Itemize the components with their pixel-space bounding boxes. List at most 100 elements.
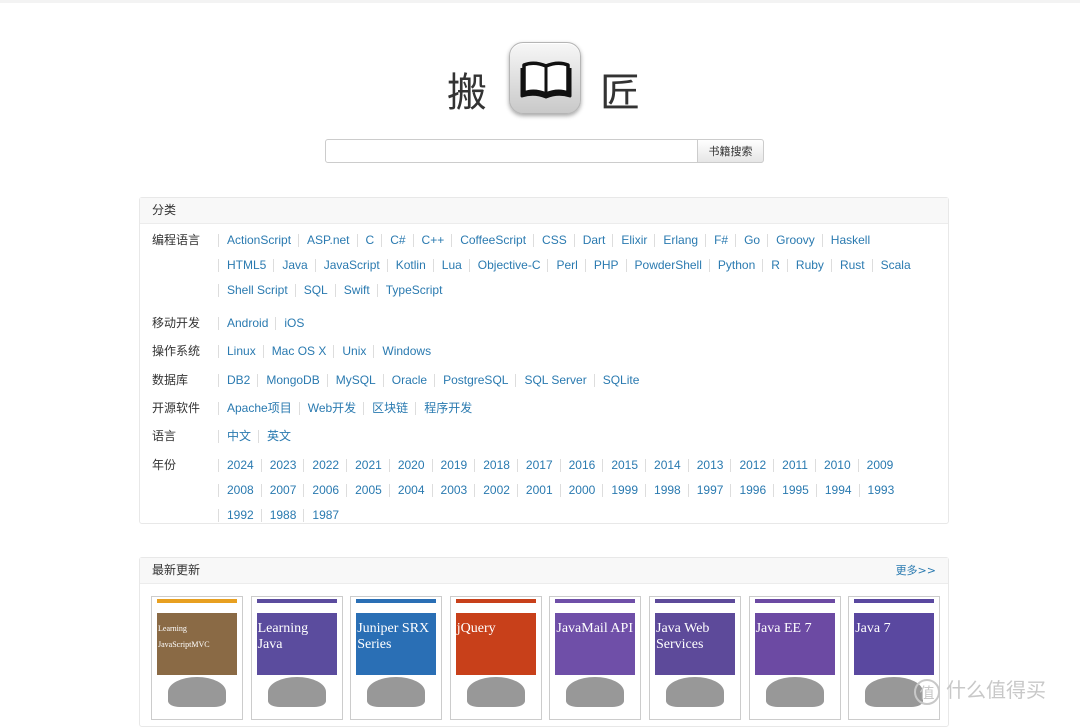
category-link[interactable]: ActionScript [218,234,298,247]
category-link[interactable]: 2024 [218,459,261,472]
category-link[interactable]: MySQL [326,374,383,387]
category-link[interactable]: Perl [547,259,584,272]
category-link[interactable]: 2001 [516,484,560,497]
book-title: Java 7 [855,621,891,636]
category-link[interactable]: iOS [275,317,311,330]
category-link[interactable]: PHP [584,259,626,272]
site-logo[interactable]: 搬 匠 [0,40,1080,120]
category-link[interactable]: Swift [334,284,377,297]
category-link[interactable]: Apache项目 [218,402,299,415]
category-link[interactable]: 中文 [218,430,258,443]
category-link[interactable]: PostgreSQL [434,374,515,387]
category-link[interactable]: Haskell [821,234,877,247]
category-link[interactable]: Erlang [654,234,705,247]
category-link[interactable]: 2022 [303,459,346,472]
category-link[interactable]: SQL [294,284,335,297]
category-link[interactable]: 2019 [431,459,475,472]
category-link[interactable]: 2002 [474,484,517,497]
category-link[interactable]: 1999 [602,484,645,497]
category-link[interactable]: 2003 [431,484,475,497]
category-link[interactable]: CSS [533,234,574,247]
category-link[interactable]: Lua [432,259,469,272]
category-link[interactable]: MongoDB [257,374,326,387]
book-card[interactable]: jQuery [449,596,542,720]
category-link[interactable]: 1998 [645,484,688,497]
category-link[interactable]: Kotlin [386,259,433,272]
category-link[interactable]: Mac OS X [262,345,334,358]
category-link[interactable]: 2006 [303,484,346,497]
category-link[interactable]: JavaScript [314,259,387,272]
category-link[interactable]: Web开发 [298,402,363,415]
category-link[interactable]: Oracle [382,374,434,387]
category-link[interactable]: 2004 [388,484,432,497]
category-link[interactable]: 1993 [858,484,902,497]
category-link[interactable]: 2023 [260,459,304,472]
category-link[interactable]: Dart [573,234,613,247]
category-link[interactable]: 2009 [857,459,901,472]
category-link[interactable]: CoffeeScript [451,234,533,247]
category-link[interactable]: SQL Server [515,374,593,387]
category-link[interactable]: Windows [373,345,438,358]
category-link[interactable]: 2018 [474,459,517,472]
category-link[interactable]: 2020 [388,459,432,472]
category-link[interactable]: HTML5 [218,259,273,272]
category-link[interactable]: 1996 [730,484,773,497]
category-link[interactable]: 2014 [645,459,688,472]
category-link[interactable]: Groovy [767,234,822,247]
category-link[interactable]: Python [708,259,762,272]
category-link[interactable]: 程序开发 [415,402,479,415]
category-link[interactable]: 英文 [258,430,298,443]
category-link[interactable]: 2013 [687,459,731,472]
category-link[interactable]: 2008 [218,484,261,497]
category-link[interactable]: Ruby [786,259,831,272]
book-card[interactable]: Java EE 7 [748,596,841,720]
category-link[interactable]: 2005 [346,484,389,497]
category-link[interactable]: 2015 [602,459,645,472]
category-link[interactable]: Scala [871,259,918,272]
category-link[interactable]: Objective-C [468,259,548,272]
book-card[interactable]: Java Web Services [649,596,741,720]
category-link[interactable]: C# [381,234,412,247]
category-link[interactable]: 2010 [814,459,858,472]
category-link[interactable]: R [762,259,787,272]
category-link[interactable]: DB2 [218,374,257,387]
more-link[interactable]: 更多>> [896,558,936,583]
category-link[interactable]: SQLite [593,374,647,387]
category-link[interactable]: Rust [830,259,872,272]
book-card[interactable]: Learning JavaScriptMVC [151,596,243,720]
category-link[interactable]: 1994 [815,484,859,497]
category-link[interactable]: 1988 [260,509,304,522]
category-link[interactable]: 1997 [687,484,731,497]
category-link[interactable]: 2016 [559,459,603,472]
category-link[interactable]: 2000 [559,484,603,497]
category-link[interactable]: C [356,234,382,247]
category-link[interactable]: 2012 [730,459,773,472]
category-link[interactable]: 1987 [303,509,346,522]
category-link[interactable]: Linux [218,345,263,358]
category-link[interactable]: Elixir [612,234,654,247]
book-card[interactable]: Learning Java [250,596,343,720]
category-link[interactable]: F# [705,234,735,247]
category-link[interactable]: TypeScript [376,284,450,297]
search-input[interactable] [325,139,698,163]
category-link[interactable]: 2007 [260,484,304,497]
category-link[interactable]: 区块链 [363,402,415,415]
search-button[interactable]: 书籍搜索 [697,139,764,163]
category-link[interactable]: PowderShell [625,259,709,272]
category-link[interactable]: 2017 [516,459,560,472]
category-link[interactable]: Android [218,317,275,330]
category-link[interactable]: 2011 [773,459,815,472]
category-link[interactable]: 1992 [218,509,261,522]
book-card[interactable]: Juniper SRX Series [350,596,443,720]
category-link[interactable]: Unix [333,345,373,358]
latest-panel-title: 最新更新 [152,563,201,577]
category-link[interactable]: C++ [412,234,452,247]
category-panel: 分类 编程语言 ActionScript ASP.net C C# C++ CoffeeSc… [139,197,949,524]
category-link[interactable]: Shell Script [218,284,295,297]
category-link[interactable]: 1995 [773,484,816,497]
book-card[interactable]: JavaMail API [549,596,642,720]
category-link[interactable]: Java [273,259,314,272]
category-link[interactable]: 2021 [346,459,389,472]
category-link[interactable]: Go [735,234,767,247]
category-link[interactable]: ASP.net [298,234,356,247]
